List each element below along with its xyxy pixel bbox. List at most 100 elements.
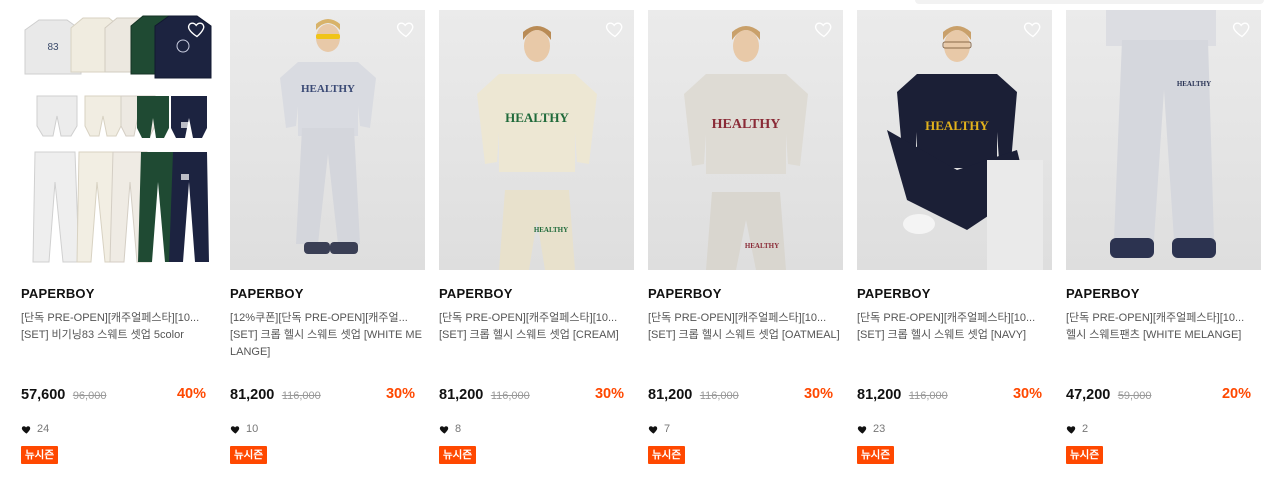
original-price: 116,000 (281, 390, 321, 402)
new-season-badge: 뉴시즌 (21, 446, 58, 464)
product-card[interactable]: HEALTHY HEALTHY PAPERBOY [단독 PRE-OPEN][캐… (439, 10, 634, 464)
title-line-2[interactable]: [SET] 크롭 헬시 스웨트 셋업 [WHITE MELANGE] (230, 327, 425, 361)
product-image[interactable]: HEALTHY (230, 10, 425, 270)
model-photo: HEALTHY (1106, 10, 1216, 258)
new-season-badge: 뉴시즌 (648, 446, 685, 464)
product-title[interactable]: [단독 PRE-OPEN][캐주얼페스타][10... 헬시 스웨트팬츠 [WH… (1066, 310, 1261, 344)
sale-price: 47,200 (1066, 387, 1111, 403)
svg-text:HEALTHY: HEALTHY (534, 226, 568, 234)
wishlist-heart-icon[interactable] (605, 19, 625, 39)
original-price: 59,000 (1117, 390, 1152, 402)
svg-text:HEALTHY: HEALTHY (1177, 80, 1211, 88)
wishlist-heart-icon[interactable] (396, 19, 416, 39)
new-season-badge: 뉴시즌 (439, 446, 476, 464)
product-image[interactable]: HEALTHY HEALTHY (439, 10, 634, 270)
original-price: 116,000 (908, 390, 948, 402)
model-photo: HEALTHY (280, 19, 376, 254)
svg-text:83: 83 (47, 42, 59, 53)
product-image[interactable]: 83 (21, 10, 216, 270)
svg-text:HEALTHY: HEALTHY (505, 110, 569, 125)
title-line-1[interactable]: [단독 PRE-OPEN][캐주얼페스타][10... (1066, 310, 1261, 327)
brand-name[interactable]: PAPERBOY (857, 286, 931, 301)
wishlist-heart-icon[interactable] (1023, 19, 1043, 39)
product-title[interactable]: [12%쿠폰][단독 PRE-OPEN][캐주얼... [SET] 크롭 헬시 … (230, 310, 425, 361)
title-line-2[interactable]: [SET] 비기닝83 스웨트 셋업 5color (21, 327, 216, 344)
like-count-number: 2 (1082, 423, 1089, 435)
svg-text:HEALTHY: HEALTHY (745, 242, 779, 250)
new-season-badge: 뉴시즌 (857, 446, 894, 464)
product-title[interactable]: [단독 PRE-OPEN][캐주얼페스타][10... [SET] 크롭 헬시 … (648, 310, 843, 344)
wishlist-heart-icon[interactable] (1232, 19, 1252, 39)
sale-price: 81,200 (439, 387, 484, 403)
brand-name[interactable]: PAPERBOY (439, 286, 513, 301)
title-line-1[interactable]: [단독 PRE-OPEN][캐주얼페스타][10... (648, 310, 843, 327)
heart-icon (857, 425, 867, 434)
product-image[interactable]: HEALTHY (1066, 10, 1261, 270)
price-row: 81,200 116,000 30% (230, 386, 415, 406)
product-card[interactable]: 83 PAPERBOY [단독 PRE-OPEN][캐주얼페스타][10... … (21, 10, 216, 464)
like-count: 23 (857, 422, 885, 436)
discount-rate: 30% (803, 386, 833, 402)
product-title[interactable]: [단독 PRE-OPEN][캐주얼페스타][10... [SET] 크롭 헬시 … (439, 310, 634, 344)
like-count-number: 23 (873, 423, 886, 435)
title-line-2[interactable]: 헬시 스웨트팬츠 [WHITE MELANGE] (1066, 327, 1261, 344)
like-count: 10 (230, 422, 258, 436)
original-price: 96,000 (72, 390, 107, 402)
wishlist-heart-icon[interactable] (814, 19, 834, 39)
svg-text:HEALTHY: HEALTHY (301, 83, 355, 95)
product-card[interactable]: HEALTHY HEALTHY PAPERBOY [단독 PRE-OPEN][캐… (648, 10, 843, 464)
heart-icon (1066, 425, 1076, 434)
model-photo: HEALTHY HEALTHY (477, 26, 597, 270)
wishlist-heart-icon[interactable] (187, 19, 207, 39)
original-price: 116,000 (490, 390, 530, 402)
svg-text:HEALTHY: HEALTHY (925, 118, 989, 133)
product-card[interactable]: HEALTHY PAPERBOY [단독 PRE-OPEN][캐주얼페스타][1… (1066, 10, 1261, 464)
title-line-1[interactable]: [단독 PRE-OPEN][캐주얼페스타][10... (21, 310, 216, 327)
product-card[interactable]: HEALTHY PAPERBOY [단독 PRE-OPEN][캐주얼페스타][1… (857, 10, 1052, 464)
discount-rate: 20% (1221, 386, 1251, 402)
product-title[interactable]: [단독 PRE-OPEN][캐주얼페스타][10... [SET] 비기닝83 … (21, 310, 216, 344)
like-count: 7 (648, 422, 670, 436)
new-season-badge: 뉴시즌 (230, 446, 267, 464)
title-line-1[interactable]: [단독 PRE-OPEN][캐주얼페스타][10... (439, 310, 634, 327)
like-count-number: 24 (37, 423, 50, 435)
model-photo: HEALTHY HEALTHY (684, 26, 808, 270)
svg-text:HEALTHY: HEALTHY (712, 117, 781, 132)
like-count-number: 7 (664, 423, 671, 435)
like-count-number: 10 (246, 423, 259, 435)
discount-rate: 30% (1012, 386, 1042, 402)
heart-icon (439, 425, 449, 434)
brand-name[interactable]: PAPERBOY (648, 286, 722, 301)
brand-name[interactable]: PAPERBOY (21, 286, 95, 301)
new-season-badge: 뉴시즌 (1066, 446, 1103, 464)
discount-rate: 40% (176, 386, 206, 402)
sale-price: 81,200 (857, 387, 902, 403)
like-count: 24 (21, 422, 49, 436)
like-count: 2 (1066, 422, 1088, 436)
product-grid-image: 83 (24, 15, 212, 263)
title-line-1[interactable]: [단독 PRE-OPEN][캐주얼페스타][10... (857, 310, 1052, 327)
title-line-2[interactable]: [SET] 크롭 헬시 스웨트 셋업 [CREAM] (439, 327, 634, 344)
title-line-2[interactable]: [SET] 크롭 헬시 스웨트 셋업 [OATMEAL] (648, 327, 843, 344)
title-line-2[interactable]: [SET] 크롭 헬시 스웨트 셋업 [NAVY] (857, 327, 1052, 344)
model-photo: HEALTHY (887, 26, 1043, 270)
price-row: 47,200 59,000 20% (1066, 386, 1251, 406)
discount-rate: 30% (594, 386, 624, 402)
price-row: 57,600 96,000 40% (21, 386, 206, 406)
brand-name[interactable]: PAPERBOY (1066, 286, 1140, 301)
sale-price: 57,600 (21, 387, 66, 403)
original-price: 116,000 (699, 390, 739, 402)
product-image[interactable]: HEALTHY HEALTHY (648, 10, 843, 270)
price-row: 81,200 116,000 30% (439, 386, 624, 406)
product-title[interactable]: [단독 PRE-OPEN][캐주얼페스타][10... [SET] 크롭 헬시 … (857, 310, 1052, 344)
heart-icon (648, 425, 658, 434)
discount-rate: 30% (385, 386, 415, 402)
product-card[interactable]: HEALTHY PAPERBOY [12%쿠폰][단독 PRE-OPEN][캐주… (230, 10, 425, 464)
like-count-number: 8 (455, 423, 462, 435)
product-image[interactable]: HEALTHY (857, 10, 1052, 270)
top-edge-shadow (915, 0, 1264, 4)
brand-name[interactable]: PAPERBOY (230, 286, 304, 301)
title-line-1[interactable]: [12%쿠폰][단독 PRE-OPEN][캐주얼... (230, 310, 425, 327)
price-row: 81,200 116,000 30% (857, 386, 1042, 406)
heart-icon (21, 425, 31, 434)
